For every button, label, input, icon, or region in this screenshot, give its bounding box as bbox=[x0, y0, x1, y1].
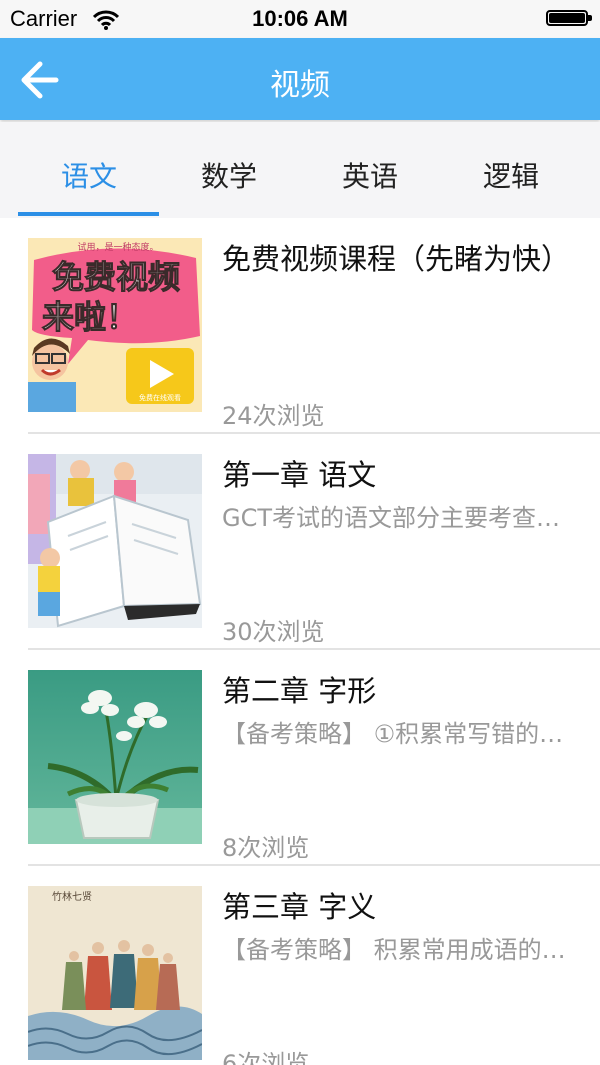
svg-text:免费在线观看: 免费在线观看 bbox=[139, 393, 181, 402]
svg-text:竹林七贤: 竹林七贤 bbox=[52, 890, 92, 903]
tab-english[interactable]: 英语 bbox=[300, 122, 440, 218]
item-title: 免费视频课程（先睹为快） bbox=[222, 242, 571, 276]
list-item[interactable]: 竹林七贤 第三章 字义 【备考策略】 积累常用成语的含义 6次浏览 bbox=[0, 866, 600, 1065]
video-list: 试用，是一种态度。 免费视频 来啦！ 免费在线观看 免费视频课程（先睹为快） 2… bbox=[0, 218, 600, 1065]
svg-text:免费视频: 免费视频 bbox=[52, 258, 180, 296]
item-title: 第二章 字形 bbox=[222, 674, 377, 708]
tab-math[interactable]: 数学 bbox=[159, 122, 299, 218]
item-description: 【备考策略】 ①积累常写错的字形 bbox=[222, 720, 574, 748]
book-thumbnail-image bbox=[28, 454, 202, 628]
tab-bar: 语文 数学 英语 逻辑 bbox=[0, 122, 600, 218]
promo-thumbnail-image: 试用，是一种态度。 免费视频 来啦！ 免费在线观看 bbox=[28, 238, 202, 412]
view-count: 6次浏览 bbox=[222, 1050, 310, 1065]
list-item[interactable]: 第一章 语文 GCT考试的语文部分主要考查考生的语文基础知识和运用能力 30次浏… bbox=[0, 434, 600, 650]
painting-thumbnail-image: 竹林七贤 bbox=[28, 886, 202, 1060]
tab-indicator bbox=[18, 212, 159, 216]
orchid-thumbnail bbox=[28, 670, 202, 844]
item-title: 第一章 语文 bbox=[222, 458, 377, 492]
painting-thumbnail: 竹林七贤 bbox=[28, 886, 202, 1060]
promo-thumbnail: 试用，是一种态度。 免费视频 来啦！ 免费在线观看 bbox=[28, 238, 202, 412]
tab-logic[interactable]: 逻辑 bbox=[441, 122, 581, 218]
battery-icon bbox=[546, 10, 592, 26]
view-count: 24次浏览 bbox=[222, 402, 325, 430]
nav-bar: 视频 bbox=[0, 38, 600, 120]
book-thumbnail bbox=[28, 454, 202, 628]
status-bar: Carrier 10:06 AM bbox=[0, 0, 600, 38]
view-count: 30次浏览 bbox=[222, 618, 325, 646]
svg-text:来啦！: 来啦！ bbox=[42, 298, 138, 336]
item-description: 【备考策略】 积累常用成语的含义 bbox=[222, 936, 574, 964]
status-time: 10:06 AM bbox=[252, 6, 348, 31]
page-title: 视频 bbox=[270, 68, 330, 103]
list-item[interactable]: 试用，是一种态度。 免费视频 来啦！ 免费在线观看 免费视频课程（先睹为快） 2… bbox=[0, 218, 600, 434]
view-count: 8次浏览 bbox=[222, 834, 310, 862]
list-item[interactable]: 第二章 字形 【备考策略】 ①积累常写错的字形 8次浏览 bbox=[0, 650, 600, 866]
item-description: GCT考试的语文部分主要考查考生的语文基础知识和运用能力 bbox=[222, 504, 574, 532]
tab-chinese[interactable]: 语文 bbox=[19, 122, 159, 218]
svg-text:试用，是一种态度。: 试用，是一种态度。 bbox=[77, 241, 158, 253]
orchid-thumbnail-image bbox=[28, 670, 202, 844]
item-title: 第三章 字义 bbox=[222, 890, 377, 924]
